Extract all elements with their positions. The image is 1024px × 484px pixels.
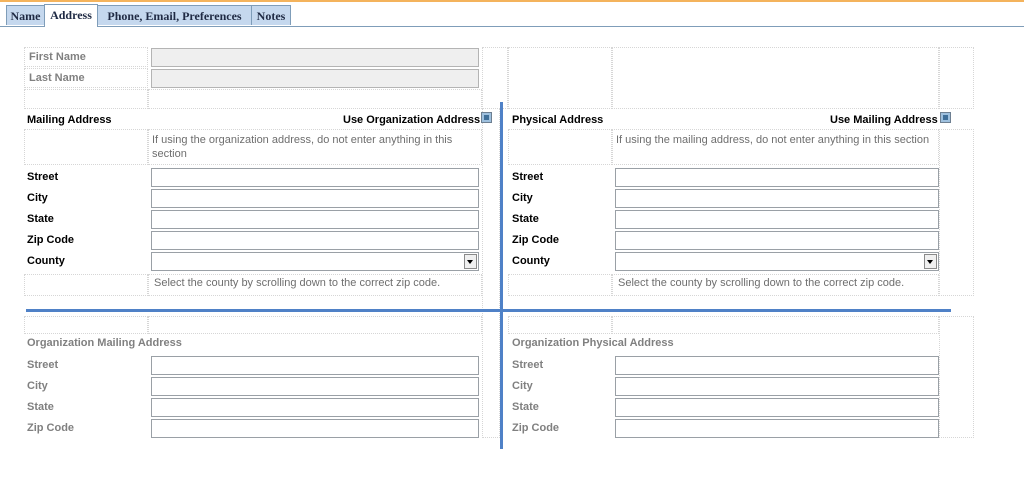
- mailing-state-input[interactable]: [151, 210, 479, 229]
- layout-cell: [939, 129, 974, 296]
- org-mailing-state-field[interactable]: [151, 398, 479, 417]
- tab-notes[interactable]: Notes: [251, 5, 291, 25]
- tab-phone-email-preferences[interactable]: Phone, Email, Preferences: [97, 5, 252, 25]
- layout-cell: [24, 89, 148, 109]
- layout-cell: [508, 274, 612, 296]
- physical-note: If using the mailing address, do not ent…: [616, 134, 930, 146]
- org-physical-street-label: Street: [512, 359, 544, 371]
- layout-cell: [482, 108, 500, 438]
- vertical-divider: [500, 102, 503, 449]
- mailing-city-label: City: [27, 192, 48, 204]
- physical-street-label: Street: [512, 171, 544, 183]
- physical-state-input[interactable]: [615, 210, 939, 229]
- layout-cell: [24, 316, 148, 334]
- layout-cell: [24, 129, 148, 165]
- physical-zip-input[interactable]: [615, 231, 939, 250]
- layout-cell: [148, 316, 482, 334]
- tab-name[interactable]: Name: [6, 5, 45, 25]
- horizontal-divider: [26, 309, 951, 312]
- last-name-label: Last Name: [29, 72, 85, 84]
- org-mailing-zip-field[interactable]: [151, 419, 479, 438]
- mailing-street-label: Street: [27, 171, 59, 183]
- org-physical-zip-field[interactable]: [615, 419, 939, 438]
- mailing-zip-label: Zip Code: [27, 234, 75, 246]
- org-mailing-city-field[interactable]: [151, 377, 479, 396]
- org-mailing-state-label: State: [27, 401, 54, 413]
- physical-county-combo[interactable]: [615, 252, 939, 271]
- org-physical-zip-label: Zip Code: [512, 422, 560, 434]
- physical-address-heading: Physical Address: [512, 114, 604, 126]
- mailing-note: If using the organization address, do no…: [152, 134, 453, 160]
- tab-bar: Name Address Phone, Email, Preferences N…: [0, 2, 1024, 27]
- use-mailing-address-label: Use Mailing Address: [830, 114, 938, 126]
- first-name-label: First Name: [29, 51, 86, 63]
- mailing-city-input[interactable]: [151, 189, 479, 208]
- org-physical-state-field[interactable]: [615, 398, 939, 417]
- org-mailing-street-label: Street: [27, 359, 59, 371]
- use-organization-address-label: Use Organization Address: [343, 114, 481, 126]
- mailing-street-input[interactable]: [151, 168, 479, 187]
- physical-city-input[interactable]: [615, 189, 939, 208]
- layout-cell: [612, 316, 939, 334]
- tab-address[interactable]: Address: [44, 4, 98, 27]
- mailing-address-heading: Mailing Address: [27, 114, 112, 126]
- physical-zip-label: Zip Code: [512, 234, 560, 246]
- org-mailing-street-field[interactable]: [151, 356, 479, 375]
- layout-cell: [939, 47, 974, 109]
- mailing-county-label: County: [27, 255, 65, 267]
- org-mailing-address-heading: Organization Mailing Address: [27, 337, 182, 349]
- mailing-county-combo[interactable]: [151, 252, 479, 271]
- physical-state-label: State: [512, 213, 539, 225]
- layout-cell: [148, 89, 482, 109]
- physical-county-label: County: [512, 255, 550, 267]
- layout-cell: [612, 47, 939, 109]
- physical-county-note: Select the county by scrolling down to t…: [618, 277, 905, 289]
- physical-city-label: City: [512, 192, 533, 204]
- org-physical-street-field[interactable]: [615, 356, 939, 375]
- layout-cell: [508, 47, 612, 109]
- org-physical-city-field[interactable]: [615, 377, 939, 396]
- org-mailing-zip-label: Zip Code: [27, 422, 75, 434]
- org-physical-state-label: State: [512, 401, 539, 413]
- layout-cell: [939, 316, 974, 438]
- first-name-field[interactable]: [151, 48, 479, 67]
- last-name-field[interactable]: [151, 69, 479, 88]
- use-mailing-address-checkbox[interactable]: [940, 112, 951, 123]
- layout-cell: [508, 129, 612, 165]
- physical-street-input[interactable]: [615, 168, 939, 187]
- layout-cell: [24, 274, 148, 296]
- layout-cell: [482, 47, 508, 109]
- org-mailing-city-label: City: [27, 380, 48, 392]
- chevron-down-icon[interactable]: [464, 254, 477, 269]
- org-physical-address-heading: Organization Physical Address: [512, 337, 674, 349]
- mailing-county-note: Select the county by scrolling down to t…: [154, 277, 441, 289]
- address-form: First Name Last Name Mailing Address Use…: [0, 26, 1024, 484]
- layout-cell: [508, 316, 612, 334]
- org-physical-city-label: City: [512, 380, 533, 392]
- mailing-state-label: State: [27, 213, 54, 225]
- mailing-zip-input[interactable]: [151, 231, 479, 250]
- chevron-down-icon[interactable]: [924, 254, 937, 269]
- use-organization-address-checkbox[interactable]: [481, 112, 492, 123]
